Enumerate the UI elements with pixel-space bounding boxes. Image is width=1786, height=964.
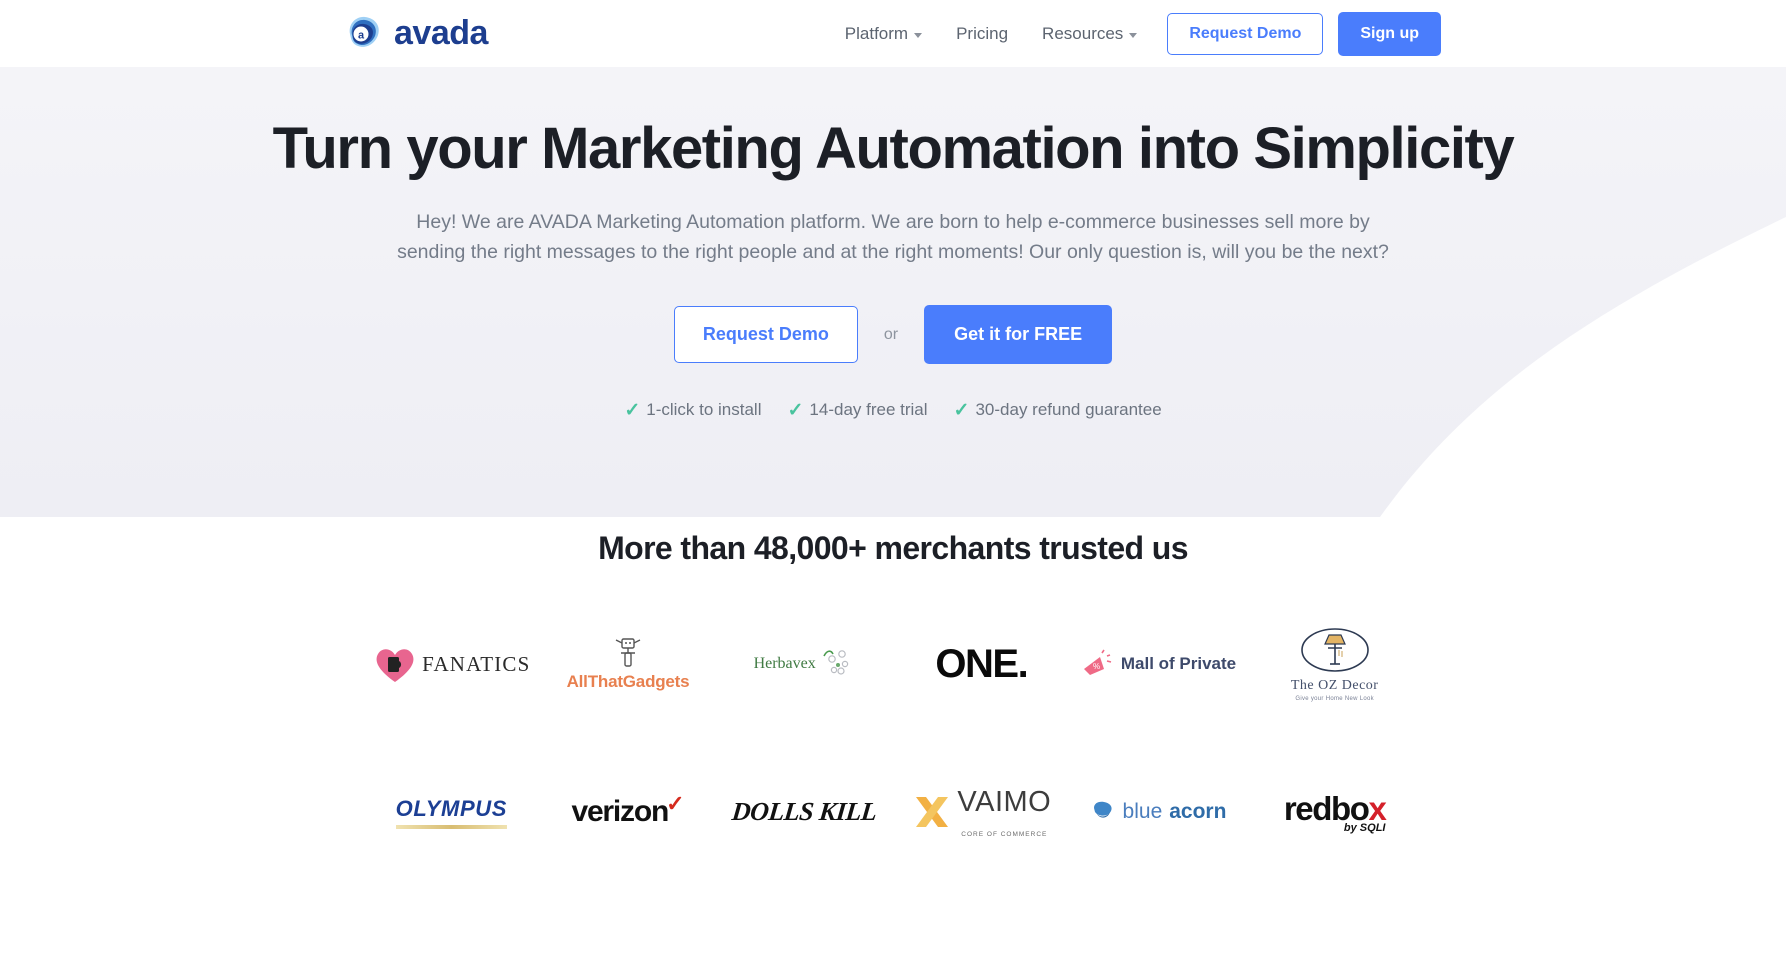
client-logo-grid: FANATICS AllThatGadgets Herbavex ONE. % …: [363, 628, 1423, 847]
client-logo-label-bold: acorn: [1169, 800, 1227, 824]
client-logo-the-oz-decor: The OZ Decor Give your Home New Look: [1290, 628, 1379, 703]
check-icon: ✓: [787, 399, 804, 421]
feature-item: ✓ 14-day free trial: [788, 400, 928, 420]
trusted-merchants-section: More than 48,000+ merchants trusted us F…: [0, 530, 1786, 847]
client-logo-label: Herbavex: [753, 655, 816, 673]
megaphone-icon: %: [1083, 649, 1112, 676]
check-icon: ✓: [953, 399, 970, 421]
feature-item: ✓ 30-day refund guarantee: [954, 400, 1162, 420]
brand-logo-link[interactable]: a avada: [342, 12, 488, 54]
client-logo-label: ONE.: [935, 641, 1028, 686]
client-logo-olympus: OLYMPUS: [395, 777, 507, 847]
client-logo-label: verizon: [571, 795, 669, 829]
hero-feature-list: ✓ 1-click to install ✓ 14-day free trial…: [0, 400, 1786, 420]
nav-item-resources-label: Resources: [1042, 23, 1124, 43]
nav-item-pricing[interactable]: Pricing: [939, 0, 1025, 67]
nav-item-resources[interactable]: Resources: [1025, 0, 1154, 67]
client-logo-label: VAIMO: [957, 786, 1052, 819]
feature-label: 30-day refund guarantee: [975, 400, 1162, 420]
header-signup-button[interactable]: Sign up: [1338, 11, 1441, 56]
vaimo-x-icon: [916, 797, 949, 828]
client-logo-fanatics: FANATICS: [372, 629, 530, 699]
molecule-icon: [823, 650, 848, 676]
brand-name: avada: [394, 14, 488, 52]
main-navigation: Platform Pricing Resources Request Demo …: [828, 0, 1441, 67]
client-logo-blue-acorn: blue acorn: [1090, 777, 1227, 847]
acorn-icon: [1093, 802, 1112, 819]
site-header: a avada Platform Pricing Resources Reque…: [0, 0, 1786, 67]
client-logo-tagline: Give your Home New Look: [1295, 696, 1374, 703]
hero-get-it-free-button[interactable]: Get it for FREE: [924, 305, 1113, 365]
feature-label: 14-day free trial: [809, 400, 928, 420]
client-logo-label: OLYMPUS: [395, 795, 507, 821]
trust-heading: More than 48,000+ merchants trusted us: [598, 530, 1188, 567]
client-logo-label: Mall of Private: [1120, 654, 1237, 674]
client-logo-label: The OZ Decor: [1290, 678, 1379, 694]
hero-cta-row: Request Demo or Get it for FREE: [0, 305, 1786, 365]
heart-icon: [376, 649, 414, 683]
page-root: a avada Platform Pricing Resources Reque…: [0, 0, 1786, 964]
avada-logo-icon: a: [342, 12, 384, 54]
chevron-down-icon: [1129, 32, 1138, 38]
client-logo-label: DOLLS KILL: [730, 797, 879, 827]
client-logo-dolls-kill: DOLLS KILL: [730, 777, 879, 847]
chevron-down-icon: [914, 32, 923, 38]
feature-item: ✓ 1-click to install: [624, 400, 761, 420]
client-logo-verizon: verizon ✓: [571, 777, 684, 847]
nav-item-pricing-label: Pricing: [956, 23, 1009, 43]
header-request-demo-button[interactable]: Request Demo: [1167, 12, 1324, 55]
svg-text:a: a: [358, 30, 365, 42]
client-logo-label: blue: [1122, 800, 1163, 824]
nav-item-platform[interactable]: Platform: [828, 0, 939, 67]
olympus-underline: [395, 824, 507, 829]
verizon-check-icon: ✓: [666, 791, 685, 817]
client-logo-one: ONE.: [935, 629, 1028, 699]
page-title: Turn your Marketing Automation into Simp…: [272, 116, 1515, 181]
client-logo-redbox: redbox by SQLI: [1284, 777, 1387, 847]
feature-label: 1-click to install: [646, 400, 762, 420]
nav-item-platform-label: Platform: [844, 23, 909, 43]
cta-or-separator: or: [883, 325, 899, 343]
client-logo-allthatgadgets: AllThatGadgets: [567, 629, 690, 699]
check-icon: ✓: [624, 399, 641, 421]
client-logo-vaimo: VAIMO CORE OF COMMERCE: [911, 777, 1051, 847]
client-logo-herbavex: Herbavex: [754, 629, 856, 699]
hero-paragraph: Hey! We are AVADA Marketing Automation p…: [397, 210, 1389, 264]
svg-text:%: %: [1093, 662, 1100, 671]
hero-request-demo-button[interactable]: Request Demo: [673, 306, 858, 364]
client-logo-tagline: CORE OF COMMERCE: [961, 831, 1048, 839]
client-logo-mall-of-private: % Mall of Private: [1080, 629, 1236, 699]
lamp-icon: [1300, 628, 1369, 673]
gadget-icon: [615, 638, 641, 668]
client-logo-label: FANATICS: [422, 651, 531, 676]
client-logo-label: AllThatGadgets: [566, 672, 690, 692]
